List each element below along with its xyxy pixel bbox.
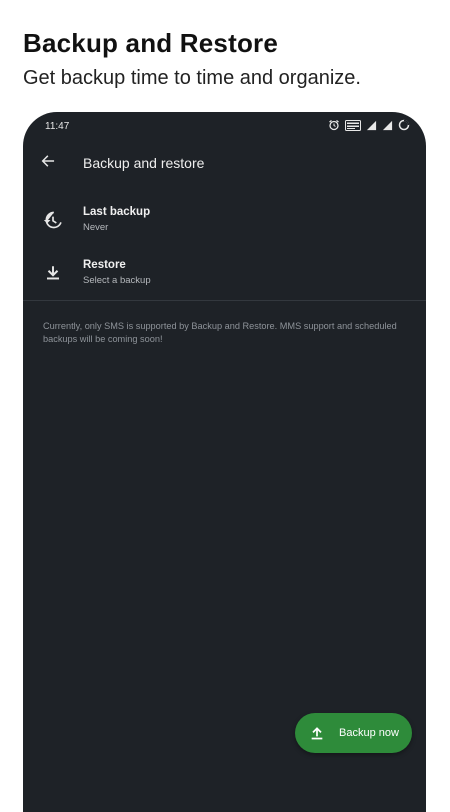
- restore-label: Restore: [83, 259, 126, 271]
- status-time: 11:47: [45, 121, 70, 132]
- toolbar: Backup and restore: [23, 140, 426, 188]
- signal-icon: [382, 120, 393, 131]
- history-icon: [41, 208, 65, 232]
- page-title: Backup and restore: [83, 155, 205, 171]
- promo-subtitle: Get backup time to time and organize.: [23, 67, 361, 89]
- last-backup-summary: Never: [83, 222, 109, 233]
- status-bar: 11:47: [23, 112, 426, 140]
- phone-screen: 11:47 Backup and restore Last backup Nev…: [23, 112, 426, 812]
- backup-now-label: Backup now: [339, 727, 399, 739]
- last-backup-item[interactable]: Last backup Never: [23, 200, 426, 250]
- info-text: Currently, only SMS is supported by Back…: [43, 321, 397, 344]
- battery-icon: [398, 119, 410, 131]
- back-button[interactable]: [33, 148, 63, 178]
- alarm-icon: [328, 119, 340, 131]
- arrow-back-icon: [40, 153, 56, 174]
- promo-title: Backup and Restore: [23, 28, 279, 58]
- volte-icon: [345, 119, 361, 131]
- download-icon: [41, 261, 65, 285]
- restore-summary: Select a backup: [83, 275, 151, 286]
- restore-item[interactable]: Restore Select a backup: [23, 253, 426, 303]
- divider: [23, 300, 426, 301]
- last-backup-label: Last backup: [83, 206, 151, 218]
- signal-icon: [366, 120, 377, 131]
- backup-now-button[interactable]: Backup now: [295, 713, 412, 753]
- upload-icon: [307, 723, 327, 743]
- status-icons: [328, 119, 410, 131]
